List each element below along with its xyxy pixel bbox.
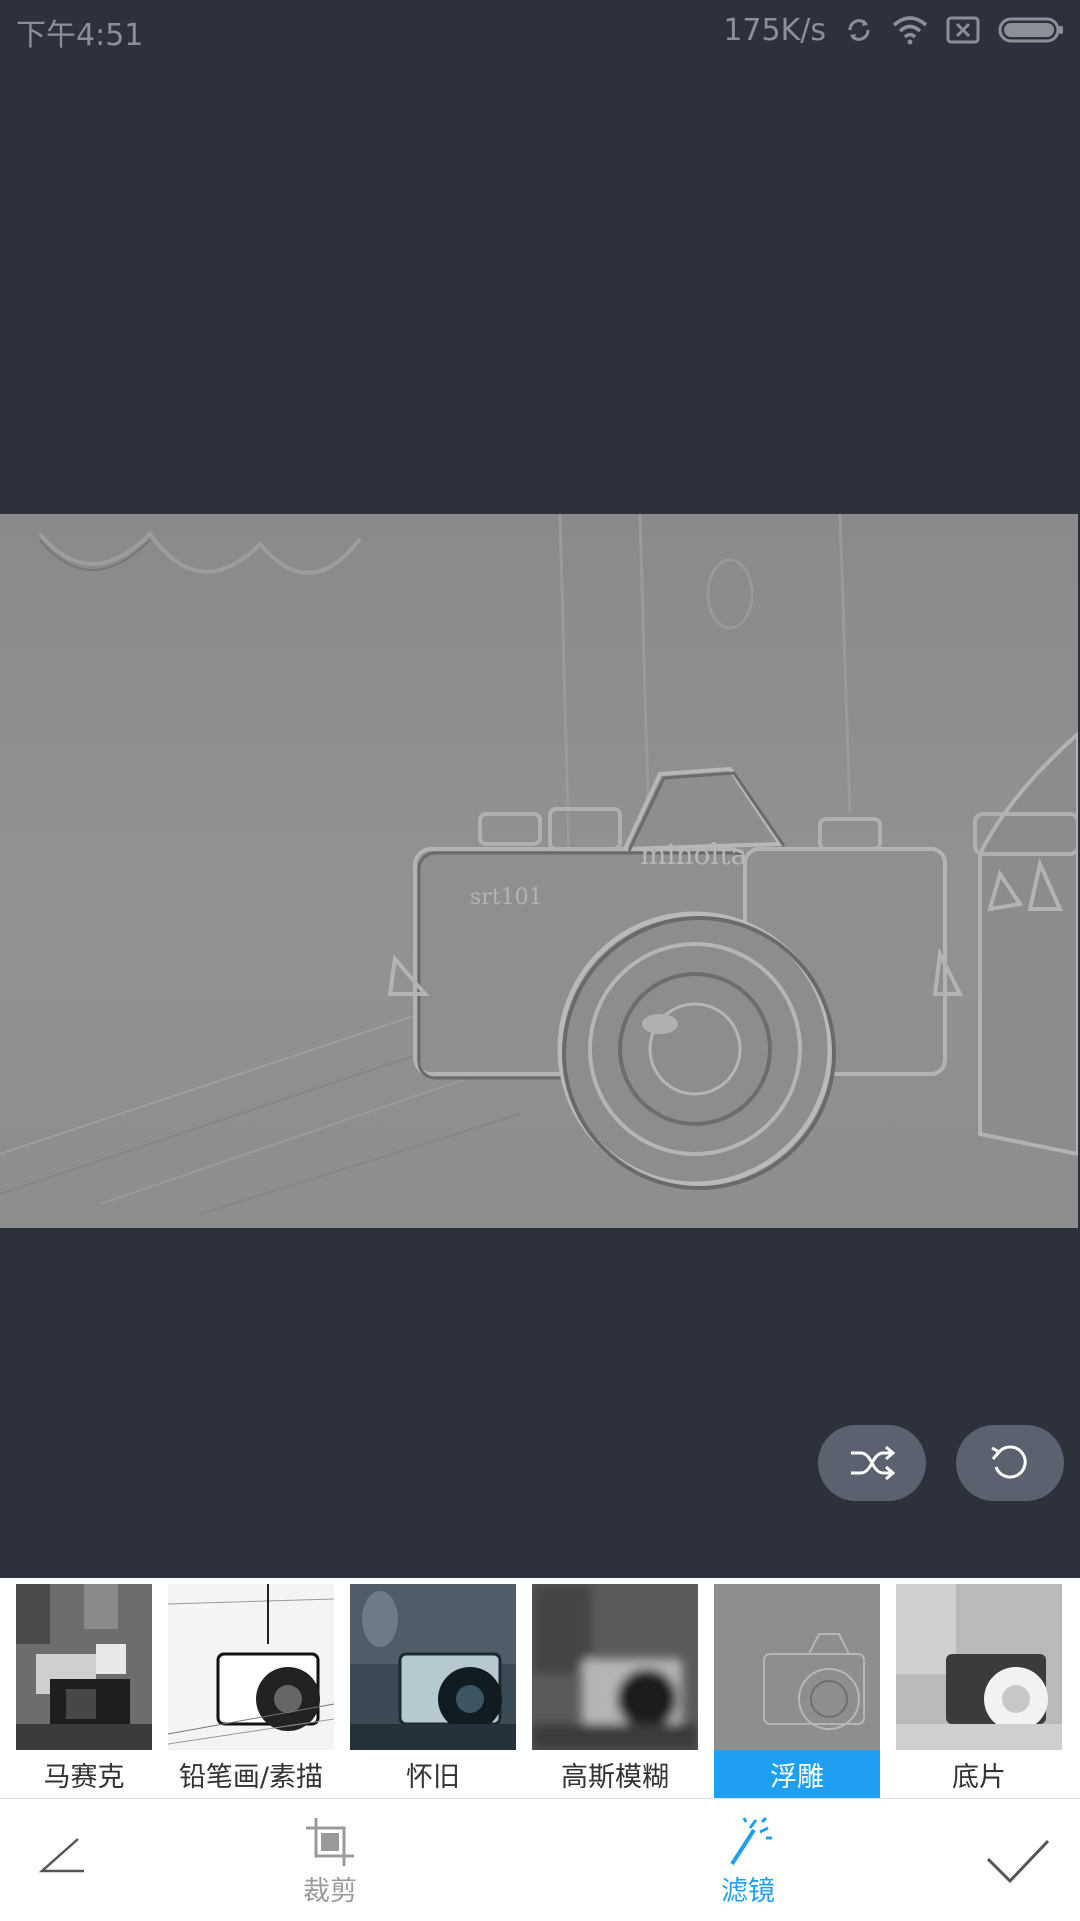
filter-item-vintage[interactable]: 怀旧 [350,1578,516,1798]
network-speed: 175K/s [723,12,826,48]
filter-label: 铅笔画/素描 [168,1750,334,1798]
tab-crop-label: 裁剪 [303,1876,357,1907]
filter-item-mosaic[interactable]: 马赛克 [16,1578,152,1798]
embossed-camera-photo: minolta srt101 [0,514,1078,1228]
confirm-check-icon[interactable] [984,1829,1052,1889]
tab-crop[interactable]: 裁剪 [270,1817,390,1908]
status-bar: 下午4:51 175K/s [0,0,1080,60]
filter-item-emboss[interactable]: 浮雕 [714,1578,880,1798]
sim-icon [946,16,980,44]
filter-item-negative[interactable]: 底片 [896,1578,1062,1798]
rotate-reset-icon [991,1445,1027,1479]
filter-strip: 马赛克 铅笔画/素描 怀旧 高斯模糊 浮雕 底片 [0,1578,1080,1798]
bottom-toolbar: 裁剪 滤镜 [0,1798,1080,1921]
magic-wand-icon [730,1816,772,1866]
shuffle-icon [851,1445,895,1481]
filter-label: 浮雕 [714,1750,880,1798]
sync-icon [848,19,870,41]
tab-filter[interactable]: 滤镜 [688,1816,808,1908]
battery-icon [998,17,1063,43]
svg-text:minolta: minolta [640,838,747,871]
status-right: 175K/s [723,10,1064,50]
svg-text:srt101: srt101 [470,885,543,910]
back-icon[interactable] [34,1829,94,1889]
filter-thumb-blur [532,1584,698,1750]
filter-label: 马赛克 [16,1750,152,1798]
filter-label: 怀旧 [350,1750,516,1798]
filter-label: 高斯模糊 [532,1750,698,1798]
reset-button[interactable] [956,1425,1064,1501]
tab-filter-label: 滤镜 [721,1876,775,1907]
crop-icon [306,1818,354,1866]
filter-thumb-mosaic [16,1584,152,1750]
filter-thumb-emboss [714,1584,880,1750]
status-time: 下午4:51 [16,18,144,53]
photo-preview[interactable]: minolta srt101 [0,514,1078,1228]
filter-thumb-negative [896,1584,1062,1750]
filter-item-sketch[interactable]: 铅笔画/素描 [168,1578,334,1798]
filter-item-blur[interactable]: 高斯模糊 [532,1578,698,1798]
filter-thumb-sketch [168,1584,334,1750]
shuffle-button[interactable] [818,1425,926,1501]
filter-label: 底片 [896,1750,1062,1798]
wifi-icon [892,16,928,45]
filter-thumb-vintage [350,1584,516,1750]
